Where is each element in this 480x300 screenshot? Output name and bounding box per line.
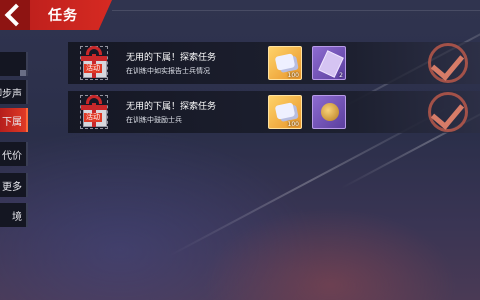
gift-box-icon: 活动 xyxy=(80,95,108,129)
complete-check-button[interactable] xyxy=(422,92,474,132)
reward-qty: 100 xyxy=(287,121,299,128)
reward-item[interactable]: 100 xyxy=(268,95,302,129)
page-title: 任务 xyxy=(48,8,78,24)
gift-box-icon: 活动 xyxy=(80,46,108,80)
task-title: 无用的下属！探索任务 xyxy=(126,53,217,63)
cards-icon xyxy=(274,102,296,120)
reward-qty: 100 xyxy=(287,72,299,79)
reward-qty: 2 xyxy=(339,72,343,79)
event-badge: 活动 xyxy=(84,113,102,122)
reward-item[interactable]: 100 xyxy=(268,46,302,80)
side-tab-blank[interactable] xyxy=(0,52,28,76)
side-tab-realm[interactable]: 境 xyxy=(0,203,28,227)
side-tab-more[interactable]: 更多 xyxy=(0,173,28,197)
top-bar: 任务 xyxy=(0,0,120,30)
side-tab-subordinate[interactable]: 下属 xyxy=(0,108,28,132)
back-button[interactable] xyxy=(0,0,30,30)
gift-ribbon xyxy=(81,56,107,61)
task-row[interactable]: 活动 无用的下属！探索任务 在训练中鼓励士兵 100 xyxy=(68,91,480,133)
task-row[interactable]: 活动 无用的下属！探索任务 在训练中如实报告士兵情况 100 2 xyxy=(68,42,480,84)
side-tab-label: 代价 xyxy=(2,151,22,162)
side-tab-label: 脚步声 xyxy=(0,89,22,100)
tab-notch xyxy=(20,70,26,76)
side-tab-label: 下属 xyxy=(2,117,22,128)
task-title: 无用的下属！探索任务 xyxy=(126,102,217,112)
side-tab-label: 境 xyxy=(12,212,22,223)
event-badge: 活动 xyxy=(84,64,102,73)
back-arrow-icon xyxy=(4,3,28,27)
side-tab-label: 更多 xyxy=(2,182,22,193)
task-description: 在训练中鼓励士兵 xyxy=(126,116,182,124)
cards-icon xyxy=(274,53,296,71)
reward-item[interactable] xyxy=(312,95,346,129)
header-divider xyxy=(112,10,480,11)
gift-ribbon xyxy=(81,105,107,110)
task-description: 在训练中如实报告士兵情况 xyxy=(126,67,210,75)
side-tab-cost[interactable]: 代价 xyxy=(0,142,28,166)
complete-check-button[interactable] xyxy=(422,43,474,83)
side-tab-footsteps[interactable]: 脚步声 xyxy=(0,80,28,104)
gold-bag-icon xyxy=(321,103,339,121)
reward-item[interactable]: 2 xyxy=(312,46,346,80)
